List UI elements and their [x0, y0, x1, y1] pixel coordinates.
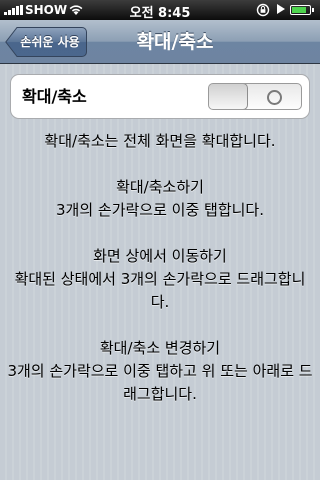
- zoom-description: 확대/축소는 전체 화면을 확대합니다. 확대/축소하기 3개의 손가락으로 이…: [0, 130, 320, 429]
- move-instruction: 화면 상에서 이동하기 확대된 상태에서 3개의 손가락으로 드래그합니다.: [0, 245, 320, 314]
- status-time: 오전 8:45: [129, 6, 191, 21]
- battery-icon: [290, 5, 314, 15]
- zoom-instruction-title: 확대/축소하기: [116, 178, 204, 196]
- description-intro: 확대/축소는 전체 화면을 확대합니다.: [44, 132, 276, 150]
- navigation-bar: 손쉬운 사용 확대/축소: [0, 20, 320, 64]
- status-bar: SHOW 오전 8:45: [0, 0, 320, 21]
- change-instruction: 확대/축소 변경하기 3개의 손가락으로 이중 탭하고 위 또는 아래로 드래그…: [0, 337, 320, 406]
- change-instruction-title: 확대/축소 변경하기: [99, 339, 221, 357]
- page-title: 확대/축소: [136, 31, 214, 53]
- zoom-toggle-switch[interactable]: [208, 83, 302, 110]
- rotation-lock-icon: [256, 3, 270, 17]
- play-icon: [277, 4, 285, 14]
- zoom-instruction: 확대/축소하기 3개의 손가락으로 이중 탭합니다.: [0, 176, 320, 222]
- change-instruction-text: 3개의 손가락으로 이중 탭하고 위 또는 아래로 드래그합니다.: [7, 362, 313, 403]
- toggle-off-icon: [267, 90, 282, 105]
- toggle-knob: [209, 84, 248, 109]
- zoom-settings-screen: SHOW 오전 8:45 손쉬운 사용 확대/축소 확대/축소 확대/축소는 전…: [0, 0, 320, 480]
- zoom-instruction-text: 3개의 손가락으로 이중 탭합니다.: [55, 201, 265, 219]
- move-instruction-text: 확대된 상태에서 3개의 손가락으로 드래그합니다.: [14, 270, 306, 311]
- move-instruction-title: 화면 상에서 이동하기: [93, 247, 227, 265]
- battery-level-fill: [292, 7, 307, 13]
- zoom-setting-label: 확대/축소: [22, 87, 87, 106]
- zoom-setting-group: 확대/축소: [10, 74, 310, 119]
